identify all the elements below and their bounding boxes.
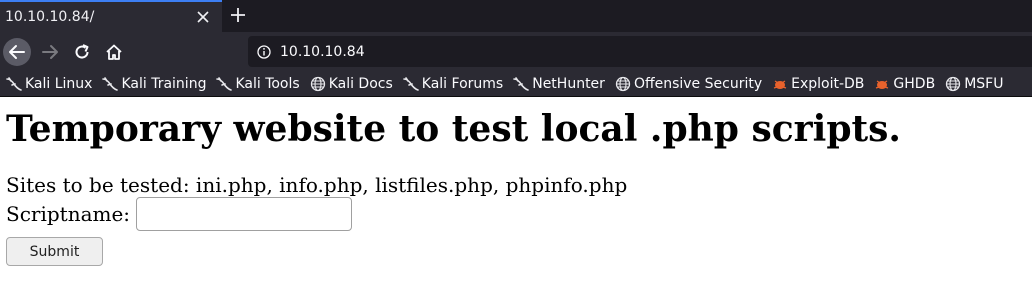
submit-button[interactable]: Submit xyxy=(6,237,103,266)
bookmark-msfu[interactable]: MSFU xyxy=(945,76,1003,92)
tab-title: 10.10.10.84/ xyxy=(5,9,95,25)
reload-icon[interactable] xyxy=(68,38,96,66)
back-arrow-icon[interactable] xyxy=(3,38,31,66)
bookmark-kali-training[interactable]: Kali Training xyxy=(102,76,206,92)
bookmarks-toolbar: Kali Linux Kali Training Kali Tools Kali Do… xyxy=(0,71,1032,97)
scriptname-row: Scriptname: xyxy=(6,197,1026,231)
kali-dragon-icon xyxy=(216,76,233,92)
exploitdb-bug-icon xyxy=(772,76,788,92)
page-content: Temporary website to test local .php scr… xyxy=(0,106,1032,266)
bookmark-kali-tools[interactable]: Kali Tools xyxy=(216,75,300,92)
sites-to-test-text: Sites to be tested: ini.php, info.php, l… xyxy=(6,173,628,197)
bookmark-nethunter[interactable]: NetHunter xyxy=(513,76,605,92)
nav-bar: 10.10.10.84 xyxy=(0,32,1032,71)
bookmark-exploit-db[interactable]: Exploit-DB xyxy=(772,76,864,92)
kali-dragon-icon xyxy=(513,76,530,92)
globe-icon xyxy=(615,76,631,92)
globe-icon xyxy=(310,76,326,92)
exploitdb-bug-icon xyxy=(874,76,890,92)
bookmark-label: Kali Tools xyxy=(235,75,300,92)
bookmark-label: Exploit-DB xyxy=(791,75,865,92)
url-text[interactable]: 10.10.10.84 xyxy=(280,44,365,60)
bookmark-offensive-security[interactable]: Offensive Security xyxy=(615,76,762,92)
globe-icon xyxy=(945,76,961,92)
kali-dragon-icon xyxy=(6,76,22,92)
bookmark-label: GHDB xyxy=(893,75,936,92)
bookmark-label: Kali Linux xyxy=(25,75,93,92)
bookmark-label: Kali Forums xyxy=(421,75,504,92)
scriptname-input[interactable] xyxy=(136,197,353,231)
bookmark-label: Kali Docs xyxy=(328,75,393,92)
close-tab-icon[interactable] xyxy=(193,7,213,27)
home-icon[interactable] xyxy=(100,38,128,66)
bookmark-label: Kali Training xyxy=(121,75,207,92)
tab-strip: 10.10.10.84/ xyxy=(0,0,1032,32)
scriptname-label: Scriptname: xyxy=(6,202,131,226)
bookmark-label: NetHunter xyxy=(532,75,605,92)
bookmark-label: MSFU xyxy=(964,75,1004,92)
info-icon[interactable] xyxy=(256,44,272,60)
bookmark-kali-forums[interactable]: Kali Forums xyxy=(402,75,504,92)
forward-arrow-icon[interactable] xyxy=(36,38,64,66)
kali-dragon-icon xyxy=(402,76,419,92)
tab-active[interactable]: 10.10.10.84/ xyxy=(0,0,222,32)
new-tab-icon[interactable] xyxy=(228,5,248,25)
kali-dragon-icon xyxy=(102,76,119,92)
bookmark-kali-docs[interactable]: Kali Docs xyxy=(310,76,393,92)
bookmark-label: Offensive Security xyxy=(633,75,763,92)
bookmark-ghdb[interactable]: GHDB xyxy=(874,76,935,92)
page-heading: Temporary website to test local .php scr… xyxy=(6,108,901,150)
bookmark-kali-linux[interactable]: Kali Linux xyxy=(6,76,92,92)
url-bar[interactable]: 10.10.10.84 xyxy=(248,36,1032,67)
